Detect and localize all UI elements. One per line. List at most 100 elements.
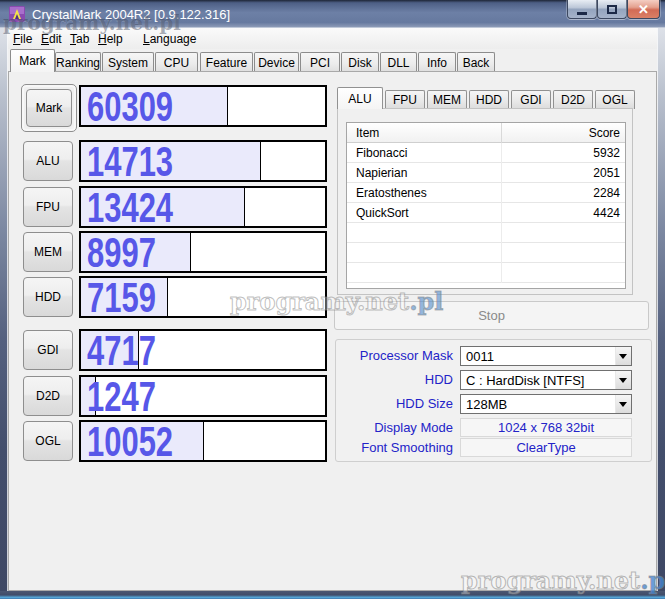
mark-button-focus-ring: Mark [21, 84, 77, 132]
table-row: Eratosthenes 2284 [347, 183, 625, 203]
table-row: QuickSort 4424 [347, 203, 625, 223]
col-item: Item [356, 126, 379, 140]
processor-mask-value: 0011 [466, 349, 494, 364]
row-score: 2284 [593, 186, 620, 200]
font-smoothing-label: Font Smoothing [336, 440, 453, 455]
dropdown-arrow-icon [615, 395, 631, 413]
row-score: 2051 [593, 166, 620, 180]
tab-pci[interactable]: PCI [300, 52, 340, 72]
mem-score-value: 8997 [87, 233, 156, 271]
gdi-score-bar: 4717 [79, 329, 327, 371]
hdd-button[interactable]: HDD [23, 277, 73, 317]
menu-file[interactable]: File [13, 32, 32, 46]
mark-score-value: 60309 [87, 87, 173, 125]
column-separator [501, 123, 502, 143]
column-separator [501, 263, 502, 283]
tab-dll[interactable]: DLL [380, 52, 417, 72]
close-button[interactable]: ✕ [627, 0, 660, 19]
itab-gdi[interactable]: GDI [511, 90, 551, 109]
alu-button[interactable]: ALU [23, 141, 73, 181]
itab-mem[interactable]: MEM [427, 90, 467, 109]
menu-edit[interactable]: Edit [41, 32, 62, 46]
hdd-size-value: 128MB [466, 397, 507, 412]
tab-device[interactable]: Device [254, 52, 299, 72]
d2d-score-value: 1247 [87, 377, 156, 415]
itab-ogl[interactable]: OGL [595, 90, 635, 109]
column-separator [501, 143, 502, 163]
tab-cpu[interactable]: CPU [155, 52, 198, 72]
menu-help[interactable]: Help [98, 32, 123, 46]
gdi-button[interactable]: GDI [23, 330, 73, 370]
itab-fpu[interactable]: FPU [385, 90, 425, 109]
row-item: Eratosthenes [356, 186, 427, 200]
tab-ranking[interactable]: Ranking [55, 52, 101, 72]
ogl-score-value: 10052 [87, 422, 173, 460]
menu-tab[interactable]: Tab [70, 32, 89, 46]
column-separator [501, 223, 502, 243]
column-separator [501, 243, 502, 263]
table-row-empty [347, 223, 625, 243]
tab-system[interactable]: System [102, 52, 154, 72]
menu-language[interactable]: Language [143, 32, 196, 46]
fpu-button[interactable]: FPU [23, 187, 73, 227]
mem-button[interactable]: MEM [23, 232, 73, 272]
hdd-size-combo[interactable]: 128MB [460, 394, 632, 414]
processor-mask-label: Processor Mask [336, 348, 453, 363]
window-title: CrystalMark 2004R2 [0.9.122.316] [32, 7, 230, 22]
alu-score-bar: 14713 [79, 140, 327, 182]
hdd-value: C : HardDisk [NTFS] [466, 373, 584, 388]
hdd-score-bar: 7159 [79, 276, 327, 318]
tab-back[interactable]: Back [457, 52, 495, 72]
column-separator [501, 163, 502, 183]
table-row: Napierian 2051 [347, 163, 625, 183]
mark-button[interactable]: Mark [26, 89, 72, 127]
titlebar: CrystalMark 2004R2 [0.9.122.316] ✕ [0, 0, 665, 28]
d2d-score-bar: 1247 [79, 375, 327, 417]
hdd-label: HDD [336, 372, 453, 387]
row-item: Fibonacci [356, 146, 407, 160]
dropdown-arrow-icon [615, 371, 631, 389]
row-item: QuickSort [356, 206, 409, 220]
hdd-score-value: 7159 [87, 278, 156, 316]
window-frame-left [0, 28, 8, 591]
column-separator [501, 183, 502, 203]
maximize-button[interactable] [597, 0, 627, 19]
fpu-score-bar: 13424 [79, 186, 327, 228]
mark-score-bar: 60309 [79, 85, 327, 127]
font-smoothing-value: ClearType [460, 438, 632, 457]
ogl-button[interactable]: OGL [23, 421, 73, 461]
tab-mark[interactable]: Mark [10, 49, 55, 72]
itab-d2d[interactable]: D2D [553, 90, 593, 109]
settings-groupbox: Processor Mask 0011 HDD C : HardDisk [NT… [335, 339, 652, 462]
tab-disk[interactable]: Disk [341, 52, 379, 72]
minimize-icon [577, 12, 587, 15]
mark-page: Mark ALU FPU MEM HDD GDI D2D OGL 60309 1… [8, 71, 657, 591]
tab-info[interactable]: Info [418, 52, 456, 72]
table-row-empty [347, 243, 625, 263]
close-icon: ✕ [638, 2, 649, 17]
table-row: Fibonacci5932 [347, 143, 625, 163]
minimize-button[interactable] [567, 0, 597, 19]
hdd-combo[interactable]: C : HardDisk [NTFS] [460, 370, 632, 390]
row-score: 4424 [593, 206, 620, 220]
tab-feature[interactable]: Feature [200, 52, 253, 72]
app-icon [9, 6, 25, 22]
main-tabstrip: Mark Ranking System CPU Feature Device P… [8, 49, 657, 72]
dropdown-arrow-icon [615, 347, 631, 365]
row-item: Napierian [356, 166, 407, 180]
maximize-icon [607, 5, 617, 14]
alu-score-value: 14713 [87, 142, 173, 180]
stop-button[interactable]: Stop [334, 301, 649, 330]
itab-alu[interactable]: ALU [337, 87, 383, 109]
table-row-empty [347, 263, 625, 283]
window-frame-bottom [0, 591, 665, 599]
column-separator [501, 203, 502, 223]
itab-hdd[interactable]: HDD [469, 90, 509, 109]
display-mode-label: Display Mode [336, 420, 453, 435]
d2d-button[interactable]: D2D [23, 376, 73, 416]
menubar: File Edit Tab Help Language [8, 28, 657, 49]
gdi-score-value: 4717 [87, 331, 156, 369]
processor-mask-combo[interactable]: 0011 [460, 346, 632, 366]
mem-score-bar: 8997 [79, 231, 327, 273]
app-window: CrystalMark 2004R2 [0.9.122.316] ✕ File … [0, 0, 665, 599]
